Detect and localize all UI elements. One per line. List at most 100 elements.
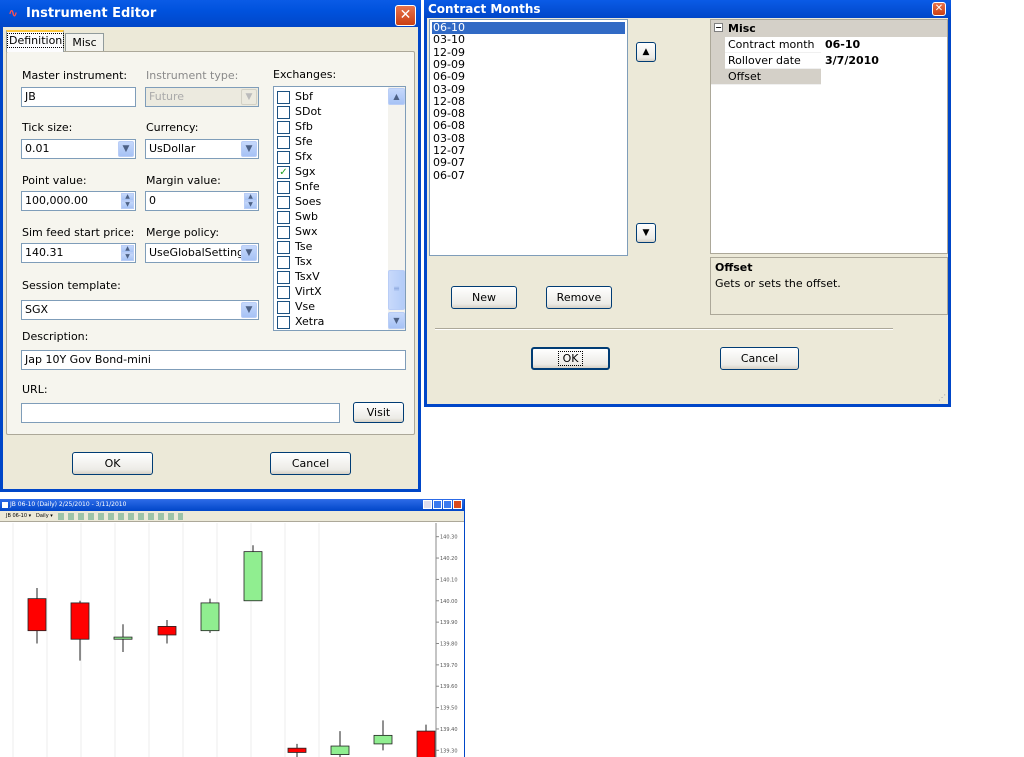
- exchange-item[interactable]: Vse: [277, 299, 315, 314]
- period-dropdown[interactable]: Daily ▾: [36, 511, 53, 522]
- checkbox-icon[interactable]: [277, 255, 290, 269]
- exchange-item[interactable]: ✓ Sgx: [277, 164, 315, 179]
- session-template-select[interactable]: SGX ▼: [21, 300, 259, 320]
- checkbox-icon[interactable]: [277, 225, 290, 239]
- checkbox-icon[interactable]: [277, 315, 290, 329]
- instrument-editor-titlebar[interactable]: ∿ Instrument Editor ✕: [0, 0, 421, 27]
- description-input[interactable]: Jap 10Y Gov Bond-mini: [21, 350, 406, 370]
- exchange-item[interactable]: TsxV: [277, 269, 320, 284]
- checkbox-icon[interactable]: [277, 105, 290, 119]
- contract-months-titlebar[interactable]: Contract Months ✕: [424, 0, 951, 18]
- sim-feed-start-price-stepper[interactable]: 140.31 ▲ ▼: [21, 243, 136, 263]
- property-row[interactable]: Rollover date 3/7/2010: [711, 53, 947, 69]
- checkbox-icon[interactable]: [277, 195, 290, 209]
- contract-months-list[interactable]: 06-10 03-10 12-09 09-09 06-09 03-09 12-08 09-08…: [429, 19, 628, 256]
- checkbox-checked-icon[interactable]: ✓: [277, 165, 290, 179]
- tab-definition[interactable]: Definition: [6, 30, 65, 52]
- month-item[interactable]: 03-10: [432, 34, 625, 46]
- margin-value-stepper[interactable]: 0 ▲ ▼: [145, 191, 259, 211]
- month-item[interactable]: 03-09: [432, 83, 625, 96]
- month-item[interactable]: 09-08: [432, 108, 625, 120]
- month-item[interactable]: 06-07: [432, 169, 625, 182]
- month-item[interactable]: 06-08: [432, 120, 625, 132]
- merge-policy-select[interactable]: UseGlobalSettings ▼: [145, 243, 259, 263]
- chart-titlebar[interactable]: JB 06-10 (Daily) 2/25/2010 - 3/11/2010: [0, 499, 464, 511]
- exchange-item[interactable]: SDot: [277, 104, 322, 119]
- pin-icon[interactable]: [423, 500, 432, 509]
- month-item[interactable]: 09-07: [432, 157, 625, 169]
- exchange-item[interactable]: Snfe: [277, 179, 320, 194]
- checkbox-icon[interactable]: [277, 135, 290, 149]
- checkbox-icon[interactable]: [277, 150, 290, 164]
- exchange-item[interactable]: Swb: [277, 209, 318, 224]
- checkbox-icon[interactable]: [277, 210, 290, 224]
- month-item[interactable]: 03-08: [432, 132, 625, 145]
- ok-button[interactable]: OK: [531, 347, 610, 370]
- chevron-down-icon[interactable]: ▼: [241, 302, 257, 318]
- spinner[interactable]: ▲ ▼: [244, 193, 257, 209]
- chart-area[interactable]: 140.30 140.20 140.10 140.00 139.90 139.80 139.…: [0, 523, 464, 757]
- scroll-thumb[interactable]: ≡: [388, 270, 405, 310]
- spin-down-icon[interactable]: ▼: [121, 253, 134, 261]
- checkbox-icon[interactable]: [277, 180, 290, 194]
- spin-up-icon[interactable]: ▲: [121, 245, 134, 253]
- property-value[interactable]: 3/7/2010: [821, 53, 947, 69]
- exchanges-scrollbar[interactable]: ▲ ≡ ▼: [388, 87, 405, 330]
- spin-up-icon[interactable]: ▲: [121, 193, 134, 201]
- scroll-down-icon[interactable]: ▼: [388, 312, 405, 329]
- cancel-button[interactable]: Cancel: [720, 347, 799, 370]
- minimize-icon[interactable]: [433, 500, 442, 509]
- checkbox-icon[interactable]: [277, 240, 290, 254]
- property-row[interactable]: Offset: [711, 69, 947, 85]
- cancel-button[interactable]: Cancel: [270, 452, 351, 475]
- exchange-item[interactable]: Tsx: [277, 254, 312, 269]
- master-instrument-input[interactable]: JB: [21, 87, 136, 107]
- spin-up-icon[interactable]: ▲: [244, 193, 257, 201]
- exchange-item[interactable]: Sfx: [277, 149, 312, 164]
- checkbox-icon[interactable]: [277, 300, 290, 314]
- checkbox-icon[interactable]: [277, 270, 290, 284]
- checkbox-icon[interactable]: [277, 90, 290, 104]
- month-item[interactable]: 12-07: [432, 145, 625, 157]
- month-item[interactable]: 12-09: [432, 46, 625, 59]
- point-value-stepper[interactable]: 100,000.00 ▲ ▼: [21, 191, 136, 211]
- close-icon[interactable]: [453, 500, 462, 509]
- exchange-item[interactable]: Soes: [277, 194, 321, 209]
- close-button[interactable]: ✕: [932, 2, 946, 16]
- currency-select[interactable]: UsDollar ▼: [145, 139, 259, 159]
- tab-misc[interactable]: Misc: [65, 33, 104, 52]
- checkbox-icon[interactable]: [277, 285, 290, 299]
- exchange-item[interactable]: Sfb: [277, 119, 313, 134]
- move-down-button[interactable]: ▼: [636, 223, 656, 243]
- visit-button[interactable]: Visit: [353, 402, 404, 423]
- exchange-item[interactable]: Sbf: [277, 89, 313, 104]
- move-up-button[interactable]: ▲: [636, 42, 656, 62]
- candlestick-chart[interactable]: 140.30 140.20 140.10 140.00 139.90 139.80 139.…: [0, 523, 464, 757]
- tick-size-select[interactable]: 0.01 ▼: [21, 139, 136, 159]
- remove-button[interactable]: Remove: [546, 286, 612, 309]
- toolbar-icons[interactable]: [58, 513, 183, 520]
- window-buttons[interactable]: [421, 500, 462, 510]
- month-item[interactable]: 06-10: [432, 22, 625, 34]
- ok-button[interactable]: OK: [72, 452, 153, 475]
- spinner[interactable]: ▲ ▼: [121, 193, 134, 209]
- scroll-up-icon[interactable]: ▲: [388, 88, 405, 105]
- new-button[interactable]: New: [451, 286, 517, 309]
- close-button[interactable]: ✕: [395, 5, 416, 26]
- exchanges-list[interactable]: Sbf SDot Sfb Sfe Sfx ✓ Sgx Snfe Soes Swb Swx Tse Tsx…: [273, 86, 406, 331]
- property-value[interactable]: [821, 69, 947, 85]
- resize-grip-icon[interactable]: ⋰: [938, 393, 946, 402]
- instrument-dropdown[interactable]: JB 06-10 ▾: [6, 511, 31, 522]
- maximize-icon[interactable]: [443, 500, 452, 509]
- chevron-down-icon[interactable]: ▼: [241, 245, 257, 261]
- spin-down-icon[interactable]: ▼: [244, 201, 257, 209]
- month-item[interactable]: 06-09: [432, 71, 625, 83]
- property-grid[interactable]: − Misc Contract month 06-10 Rollover date 3…: [710, 19, 948, 254]
- exchange-item[interactable]: VirtX: [277, 284, 322, 299]
- month-item[interactable]: 12-08: [432, 95, 625, 108]
- chevron-down-icon[interactable]: ▼: [118, 141, 134, 157]
- chevron-down-icon[interactable]: ▼: [241, 141, 257, 157]
- month-item[interactable]: 09-09: [432, 58, 625, 71]
- exchange-item[interactable]: Tse: [277, 239, 312, 254]
- spin-down-icon[interactable]: ▼: [121, 201, 134, 209]
